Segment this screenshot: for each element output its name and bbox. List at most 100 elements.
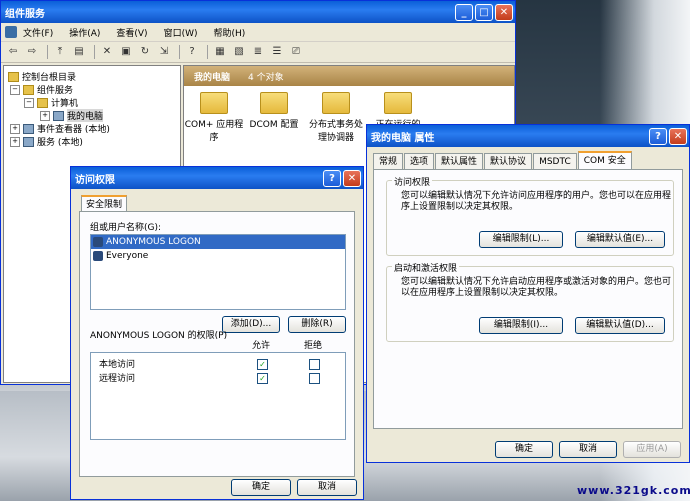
show-tree-icon[interactable]: ▤ (71, 45, 87, 59)
ok-button[interactable]: 确定 (495, 441, 553, 458)
up-icon[interactable]: ⤒ (52, 45, 68, 59)
user-name: ANONYMOUS LOGON (106, 237, 201, 247)
user-group-icon (93, 237, 103, 247)
deny-checkbox[interactable] (309, 359, 320, 370)
com-security-panel: 访问权限 您可以编辑默认情况下允许访问应用程序的用户。您也可以在应用程序上设置限… (373, 169, 683, 429)
tree-item-computers[interactable]: − 计算机 (24, 96, 78, 109)
edit-launch-default-button[interactable]: 编辑默认值(D)... (575, 317, 665, 334)
access-permissions-group: 访问权限 您可以编辑默认情况下允许访问应用程序的用户。您也可以在应用程序上设置限… (386, 175, 674, 256)
edit-default-button[interactable]: 编辑默认值(E)... (575, 231, 665, 248)
user-row-anonymous[interactable]: ANONYMOUS LOGON (91, 235, 345, 249)
launch-activation-group: 启动和激活权限 您可以编辑默认情况下允许启动应用程序或激活对象的用户。您也可以在… (386, 261, 674, 342)
remove-button[interactable]: 删除(R) (288, 316, 346, 333)
toolbar: ⇦ ⇨ ⤒ ▤ ✕ ▣ ↻ ⇲ ? ▦ ▧ ≣ ☰ ⎚ (1, 42, 515, 63)
group-description: 您可以编辑默认情况下允许启动应用程序或激活对象的用户。您也可以在应用程序上设置限… (401, 277, 672, 298)
perm-row-remote: 远程访问 ✓ (91, 371, 345, 385)
mmc-icon (5, 26, 17, 38)
tree-item-my-computer[interactable]: + 我的电脑 (40, 109, 104, 122)
access-titlebar[interactable]: 访问权限 ? ✕ (71, 167, 363, 189)
menubar: 文件(F) 操作(A) 查看(V) 窗口(W) 帮助(H) (1, 23, 515, 42)
tab-options[interactable]: 选项 (404, 153, 435, 170)
menu-view[interactable]: 查看(V) (116, 26, 147, 39)
tree-label: 事件查看器 (本地) (37, 125, 110, 135)
minimize-icon[interactable]: _ (455, 3, 473, 21)
tab-default-properties[interactable]: 默认属性 (435, 153, 484, 170)
small-icons-icon[interactable]: ▧ (231, 45, 247, 59)
add-button[interactable]: 添加(D)... (222, 316, 280, 333)
security-limits-panel: 组或用户名称(G): ANONYMOUS LOGON Everyone 添加(D… (79, 211, 355, 477)
props-title: 我的电脑 属性 (371, 132, 435, 144)
services-icon (23, 136, 34, 147)
folder-com-apps[interactable]: COM+ 应用程序 (184, 92, 244, 143)
forward-icon[interactable]: ⇨ (24, 45, 40, 59)
tab-general[interactable]: 常规 (373, 153, 404, 170)
export-icon[interactable]: ⇲ (156, 45, 172, 59)
tree-item-console-root[interactable]: 控制台根目录 (8, 70, 76, 83)
tree-label: 计算机 (51, 99, 79, 109)
details-icon[interactable]: ☰ (269, 45, 285, 59)
help-icon[interactable]: ? (323, 169, 341, 187)
expand-icon[interactable]: + (10, 123, 20, 134)
menu-file[interactable]: 文件(F) (23, 26, 53, 39)
folder-label: 分布式事务处理协调器 (308, 120, 363, 143)
menu-window[interactable]: 窗口(W) (164, 26, 198, 39)
allow-checkbox[interactable]: ✓ (257, 359, 268, 370)
user-name: Everyone (106, 251, 149, 261)
allow-checkbox[interactable]: ✓ (257, 373, 268, 384)
component-services-icon (23, 84, 34, 95)
tree-item-event-viewer[interactable]: + 事件查看器 (本地) (10, 122, 110, 135)
folder-dcom-config[interactable]: DCOM 配置 (244, 92, 304, 130)
back-icon[interactable]: ⇦ (5, 45, 21, 59)
main-titlebar[interactable]: 组件服务 _ □ ✕ (1, 1, 515, 23)
ok-button[interactable]: 确定 (231, 479, 291, 496)
menu-help[interactable]: 帮助(H) (214, 26, 246, 39)
deny-checkbox[interactable] (309, 373, 320, 384)
props-titlebar[interactable]: 我的电脑 属性 ? ✕ (367, 125, 689, 147)
computer-icon[interactable]: ⎚ (288, 45, 304, 59)
edit-limits-button[interactable]: 编辑限制(L)... (479, 231, 563, 248)
collapse-icon[interactable]: − (10, 84, 20, 95)
cancel-button[interactable]: 取消 (559, 441, 617, 458)
help-icon[interactable]: ? (649, 127, 667, 145)
folder-icon (200, 92, 228, 114)
tree-item-services[interactable]: + 服务 (本地) (10, 135, 83, 148)
folder-msdtc[interactable]: 分布式事务处理协调器 (306, 92, 366, 143)
cancel-button[interactable]: 取消 (297, 479, 357, 496)
refresh-icon[interactable]: ↻ (137, 45, 153, 59)
apply-button[interactable]: 应用(A) (623, 441, 681, 458)
access-title: 访问权限 (75, 174, 115, 186)
props-tabs: 常规 选项 默认属性 默认协议 MSDTC COM 安全 (373, 151, 633, 171)
close-icon[interactable]: ✕ (669, 127, 687, 145)
maximize-icon[interactable]: □ (475, 3, 493, 21)
event-viewer-icon (23, 123, 34, 134)
help-icon[interactable]: ? (184, 45, 200, 59)
tab-default-protocols[interactable]: 默认协议 (484, 153, 533, 170)
group-description: 您可以编辑默认情况下允许访问应用程序的用户。您也可以在应用程序上设置限制以决定其… (401, 191, 672, 212)
folder-icon (322, 92, 350, 114)
expand-icon[interactable]: + (10, 136, 20, 147)
list-icon[interactable]: ≣ (250, 45, 266, 59)
close-icon[interactable]: ✕ (495, 3, 513, 21)
permissions-label: ANONYMOUS LOGON 的权限(P) (90, 331, 228, 341)
properties-icon[interactable]: ▣ (118, 45, 134, 59)
edit-launch-limits-button[interactable]: 编辑限制(I)... (479, 317, 563, 334)
user-row-everyone[interactable]: Everyone (91, 249, 345, 263)
tree-item-component-services[interactable]: − 组件服务 (10, 83, 73, 96)
folder-label: COM+ 应用程序 (184, 120, 244, 143)
expand-icon[interactable]: + (40, 110, 50, 121)
site-watermark: www.321gk.com (577, 484, 690, 497)
access-permission-dialog: 访问权限 ? ✕ 安全限制 组或用户名称(G): ANONYMOUS LOGON… (70, 166, 364, 500)
folder-icon (260, 92, 288, 114)
tab-com-security[interactable]: COM 安全 (577, 151, 632, 171)
collapse-icon[interactable]: − (24, 97, 34, 108)
tree-label: 控制台根目录 (22, 73, 77, 83)
menu-action[interactable]: 操作(A) (69, 26, 100, 39)
close-icon[interactable]: ✕ (343, 169, 361, 187)
details-header: 我的电脑 4 个对象 (184, 66, 514, 86)
delete-icon[interactable]: ✕ (99, 45, 115, 59)
large-icons-icon[interactable]: ▦ (212, 45, 228, 59)
tab-msdtc[interactable]: MSDTC (533, 153, 577, 170)
users-list[interactable]: ANONYMOUS LOGON Everyone (90, 234, 346, 310)
tree-label: 我的电脑 (67, 109, 104, 122)
computer-icon (53, 110, 64, 121)
